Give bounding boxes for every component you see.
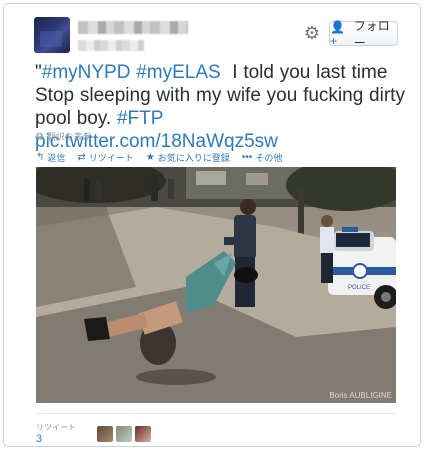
follow-button-label: フォロー bbox=[353, 18, 390, 50]
translate-link[interactable]: ◍ 翻訳を表示 bbox=[35, 130, 92, 143]
more-label: その他 bbox=[255, 153, 283, 163]
more-button[interactable]: ••• その他 bbox=[242, 151, 283, 164]
photo-credit: Boris AUBLIGINE bbox=[329, 391, 392, 400]
reply-button[interactable]: ↰ 返信 bbox=[36, 151, 65, 164]
reply-label: 返信 bbox=[47, 153, 66, 163]
globe-icon: ◍ bbox=[35, 131, 44, 142]
retweet-button[interactable]: ⇄ リツイート bbox=[77, 151, 133, 164]
retweeter-avatar[interactable] bbox=[116, 426, 132, 442]
retweets-label: リツイート bbox=[36, 423, 76, 432]
user-name-redacted[interactable] bbox=[78, 21, 188, 34]
retweet-label: リツイート bbox=[88, 153, 134, 163]
user-handle-redacted bbox=[78, 40, 144, 51]
add-user-icon: 👤+ bbox=[330, 19, 345, 48]
tweet-actions: ↰ 返信 ⇄ リツイート ★ お気に入りに登録 ••• その他 bbox=[36, 151, 282, 164]
photo-scene: POLICE bbox=[36, 167, 396, 403]
retweet-icon: ⇄ bbox=[77, 152, 86, 163]
favorite-button[interactable]: ★ お気に入りに登録 bbox=[146, 151, 230, 164]
tweet-quote: " bbox=[35, 62, 42, 83]
tweet-card: ⚙ 👤+ フォロー "#myNYPD #myELAS I told you la… bbox=[3, 3, 421, 447]
favorite-label: お気に入りに登録 bbox=[157, 153, 230, 163]
divider bbox=[36, 413, 396, 414]
star-icon: ★ bbox=[145, 152, 155, 163]
hashtag-myelas[interactable]: #myELAS bbox=[136, 62, 220, 83]
avatar[interactable] bbox=[34, 17, 70, 53]
hashtag-mynypd[interactable]: #myNYPD bbox=[42, 62, 131, 83]
more-icon: ••• bbox=[241, 152, 253, 163]
hashtag-ftp[interactable]: #FTP bbox=[117, 108, 163, 129]
follow-button[interactable]: 👤+ フォロー bbox=[329, 19, 398, 50]
reply-icon: ↰ bbox=[36, 152, 45, 163]
gear-icon[interactable]: ⚙ bbox=[301, 22, 323, 44]
retweeter-avatars bbox=[97, 426, 151, 442]
retweeter-avatar[interactable] bbox=[135, 426, 151, 442]
police-car-text: POLICE bbox=[348, 285, 370, 291]
translate-label: 翻訳を表示 bbox=[46, 132, 92, 142]
retweeter-avatar[interactable] bbox=[97, 426, 113, 442]
retweets-count[interactable]: 3 bbox=[36, 433, 42, 445]
tweet-photo[interactable]: POLICE Boris AUBLIGINE bbox=[36, 167, 396, 403]
